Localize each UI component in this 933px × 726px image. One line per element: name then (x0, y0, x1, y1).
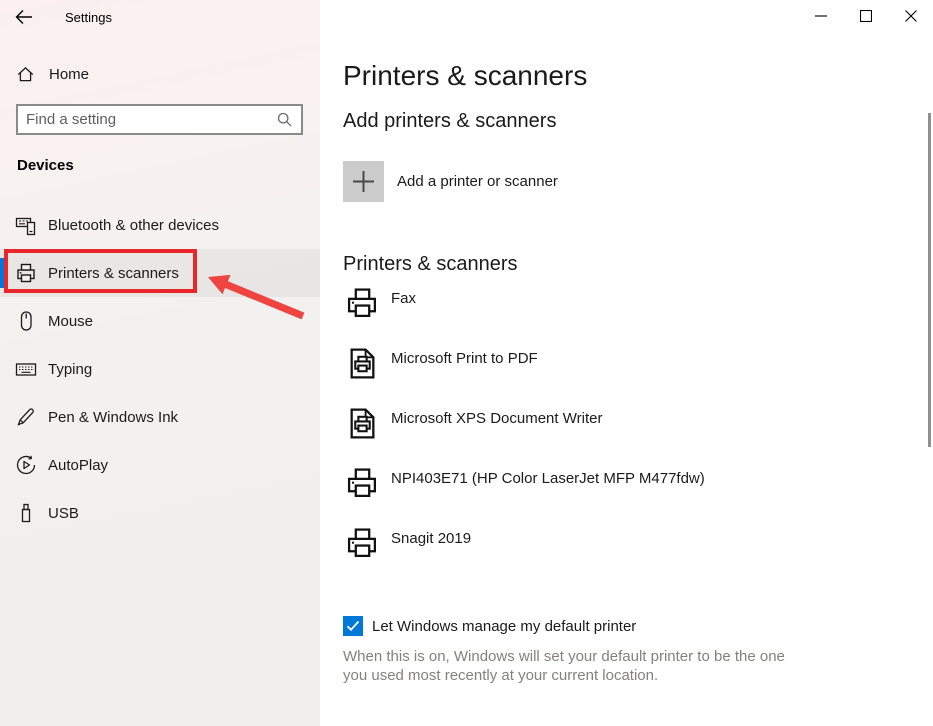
search-box (16, 104, 303, 135)
sidebar: Settings Home Devices Bluetooth & other … (0, 0, 320, 726)
keyboard-icon (15, 358, 37, 380)
page-title: Printers & scanners (343, 58, 933, 94)
default-printer-row: Let Windows manage my default printer (343, 616, 933, 636)
printer-row[interactable]: Microsoft XPS Document Writer (343, 407, 813, 467)
printer-name: Snagit 2019 (391, 527, 471, 548)
document-printer-icon (346, 407, 379, 440)
autoplay-icon (15, 454, 37, 476)
add-printer-label: Add a printer or scanner (397, 173, 558, 190)
sidebar-item-pen[interactable]: Pen & Windows Ink (0, 393, 320, 441)
sidebar-item-label: Home (49, 66, 89, 83)
printer-list: Fax Microsoft Print to PDF Microsoft XPS… (343, 287, 933, 587)
app-title: Settings (65, 10, 112, 25)
printer-row[interactable]: NPI403E71 (HP Color LaserJet MFP M477fdw… (343, 467, 813, 527)
printer-icon (346, 287, 379, 320)
sidebar-nav: Bluetooth & other devices Printers & sca… (0, 201, 320, 537)
window-controls (798, 0, 933, 31)
sidebar-item-typing[interactable]: Typing (0, 345, 320, 393)
printer-name: Microsoft Print to PDF (391, 347, 538, 368)
sidebar-section-header: Devices (17, 157, 74, 174)
checkmark-icon (346, 620, 360, 632)
scrollbar-thumb[interactable] (928, 113, 931, 447)
sidebar-item-printers[interactable]: Printers & scanners (0, 249, 320, 297)
sidebar-item-label: Mouse (48, 313, 93, 330)
close-button[interactable] (888, 0, 933, 31)
sidebar-item-label: Typing (48, 361, 92, 378)
add-section-heading: Add printers & scanners (343, 108, 933, 134)
maximize-button[interactable] (843, 0, 888, 31)
printer-name: Fax (391, 287, 416, 308)
printer-name: NPI403E71 (HP Color LaserJet MFP M477fdw… (391, 467, 705, 488)
titlebar: Settings (0, 0, 320, 40)
back-arrow-icon (15, 9, 33, 25)
sidebar-item-label: USB (48, 505, 79, 522)
sidebar-item-label: Pen & Windows Ink (48, 409, 178, 426)
sidebar-item-usb[interactable]: USB (0, 489, 320, 537)
search-icon[interactable] (277, 112, 292, 127)
pen-icon (15, 406, 37, 428)
sidebar-item-label: Printers & scanners (48, 265, 179, 282)
sidebar-item-home[interactable]: Home (0, 60, 320, 88)
printer-name: Microsoft XPS Document Writer (391, 407, 602, 428)
minimize-button[interactable] (798, 0, 843, 31)
printer-icon (346, 527, 379, 560)
printer-icon (15, 262, 37, 284)
mouse-icon (15, 310, 37, 332)
default-printer-checkbox[interactable] (343, 616, 363, 636)
devices-icon (15, 214, 37, 236)
minimize-icon (815, 15, 827, 17)
selected-accent-bar (0, 258, 4, 288)
printer-row[interactable]: Fax (343, 287, 813, 347)
default-printer-label: Let Windows manage my default printer (372, 618, 636, 635)
add-printer-button[interactable]: Add a printer or scanner (343, 161, 813, 202)
plus-icon (343, 161, 384, 202)
printer-row[interactable]: Snagit 2019 (343, 527, 813, 587)
sidebar-item-bluetooth[interactable]: Bluetooth & other devices (0, 201, 320, 249)
sidebar-item-mouse[interactable]: Mouse (0, 297, 320, 345)
back-button[interactable] (12, 6, 36, 28)
usb-icon (15, 502, 37, 524)
search-input[interactable] (18, 111, 277, 128)
document-printer-icon (346, 347, 379, 380)
printers-section-heading: Printers & scanners (343, 251, 933, 277)
main-content: Printers & scanners Add printers & scann… (320, 0, 933, 726)
sidebar-item-autoplay[interactable]: AutoPlay (0, 441, 320, 489)
maximize-icon (860, 10, 872, 22)
home-icon (17, 66, 34, 83)
sidebar-item-label: AutoPlay (48, 457, 108, 474)
printer-row[interactable]: Microsoft Print to PDF (343, 347, 813, 407)
printer-icon (346, 467, 379, 500)
settings-window: Settings Home Devices Bluetooth & other … (0, 0, 933, 726)
close-icon (905, 10, 917, 22)
sidebar-item-label: Bluetooth & other devices (48, 217, 219, 234)
default-printer-description: When this is on, Windows will set your d… (343, 648, 801, 685)
